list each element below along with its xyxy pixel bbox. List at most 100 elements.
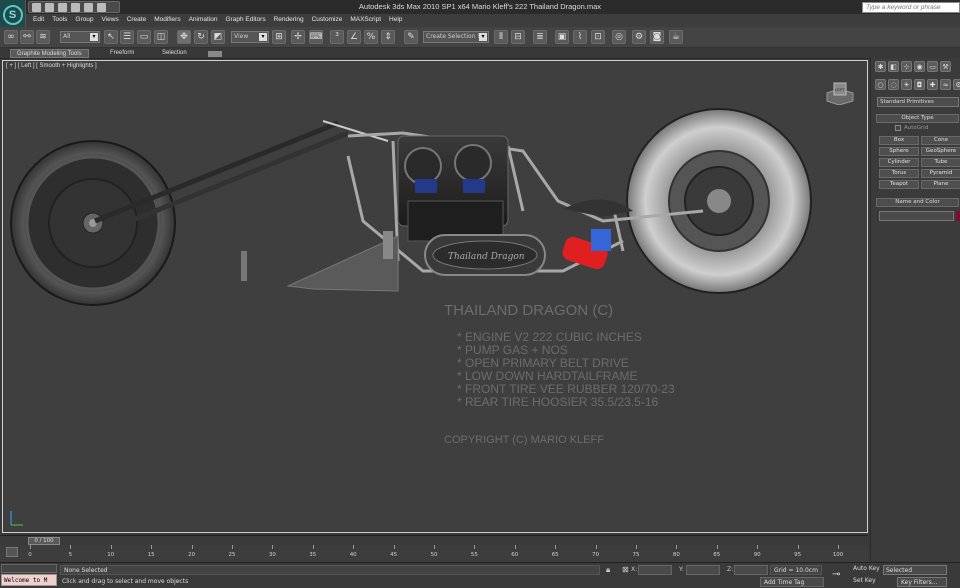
- menu-edit[interactable]: Edit: [29, 14, 48, 27]
- edit-named-selection-icon[interactable]: ✎: [404, 30, 418, 44]
- menu-animation[interactable]: Animation: [185, 14, 222, 27]
- keyboard-shortcut-override-icon[interactable]: ⌨: [309, 30, 323, 44]
- pivot-center-icon[interactable]: ⊞: [272, 30, 286, 44]
- undo-icon[interactable]: [71, 3, 80, 12]
- menu-rendering[interactable]: Rendering: [270, 14, 308, 27]
- motion-tab-icon[interactable]: ◉: [914, 61, 925, 72]
- window-crossing-icon[interactable]: ◫: [154, 30, 168, 44]
- maxscript-listener[interactable]: Welcome to M: [1, 574, 57, 586]
- new-file-icon[interactable]: [32, 3, 41, 12]
- create-tab-icon[interactable]: ✱: [875, 61, 886, 72]
- pyramid-button[interactable]: Pyramid: [921, 169, 960, 178]
- plane-button[interactable]: Plane: [921, 180, 960, 189]
- front-wheel[interactable]: [10, 140, 176, 306]
- open-file-icon[interactable]: [45, 3, 54, 12]
- menu-create[interactable]: Create: [123, 14, 151, 27]
- mirror-icon[interactable]: ⫴: [494, 30, 508, 44]
- geometry-icon[interactable]: ○: [875, 79, 886, 90]
- viewport-left[interactable]: [ + ] [ Left ] [ Smooth + Highlights ] T…: [2, 60, 868, 533]
- lights-icon[interactable]: ☀: [901, 79, 912, 90]
- shapes-icon[interactable]: ◌: [888, 79, 899, 90]
- systems-icon[interactable]: ⚙: [953, 79, 960, 90]
- curve-editor-icon[interactable]: ⌇: [573, 30, 587, 44]
- object-name-input[interactable]: [879, 211, 954, 221]
- y-coordinate-field[interactable]: [686, 565, 720, 575]
- graphite-toggle-icon[interactable]: ▣: [555, 30, 569, 44]
- track-bar[interactable]: 0 5 10 15 20 25 30 35 40 45 50 55 60 65 70 75 80 85 90 95 10…: [0, 545, 868, 562]
- add-time-tag-button[interactable]: Add Time Tag: [760, 577, 824, 587]
- maxscript-listener-top[interactable]: [1, 564, 57, 573]
- rear-wheel[interactable]: [626, 108, 812, 294]
- menu-maxscript[interactable]: MAXScript: [346, 14, 385, 27]
- box-button[interactable]: Box: [879, 136, 919, 145]
- snaps-toggle-icon[interactable]: ³: [330, 30, 344, 44]
- time-slider-thumb[interactable]: 0 / 100: [28, 537, 60, 545]
- motorcycle-model[interactable]: Thailand Dragon: [3, 61, 868, 533]
- application-button[interactable]: S: [0, 0, 26, 30]
- percent-snap-icon[interactable]: %: [364, 30, 378, 44]
- z-coordinate-field[interactable]: [734, 565, 768, 575]
- rendered-frame-window-icon[interactable]: ◙: [650, 30, 664, 44]
- selection-lock-icon[interactable]: 🔒︎: [606, 565, 610, 575]
- spinner-snap-icon[interactable]: ⇕: [381, 30, 395, 44]
- menu-graph-editors[interactable]: Graph Editors: [222, 14, 270, 27]
- project-folder-icon[interactable]: [97, 3, 106, 12]
- select-by-name-icon[interactable]: ☰: [120, 30, 134, 44]
- select-object-icon[interactable]: ↖: [104, 30, 118, 44]
- helpers-icon[interactable]: ✚: [927, 79, 938, 90]
- reference-coordinate-dropdown[interactable]: View ▾: [231, 31, 269, 43]
- viewcube[interactable]: LEFT: [821, 79, 857, 105]
- display-tab-icon[interactable]: ▭: [927, 61, 938, 72]
- layer-manager-icon[interactable]: ≣: [533, 30, 547, 44]
- name-and-color-rollout[interactable]: Name and Color: [876, 198, 959, 207]
- sphere-button[interactable]: Sphere: [879, 147, 919, 156]
- redo-icon[interactable]: [84, 3, 93, 12]
- search-input[interactable]: Type a keyword or phrase: [862, 2, 960, 13]
- ribbon-minimize-button[interactable]: [208, 51, 222, 57]
- unlink-icon[interactable]: ⚯: [20, 30, 34, 44]
- auto-key-button[interactable]: Auto Key: [853, 565, 880, 572]
- cone-button[interactable]: Cone: [921, 136, 960, 145]
- save-file-icon[interactable]: [58, 3, 67, 12]
- cameras-icon[interactable]: ◘: [914, 79, 925, 90]
- tab-selection[interactable]: Selection: [156, 49, 193, 58]
- bind-space-warp-icon[interactable]: ≋: [36, 30, 50, 44]
- x-coordinate-field[interactable]: [638, 565, 672, 575]
- angle-snap-icon[interactable]: ∠: [347, 30, 361, 44]
- quick-access-toolbar[interactable]: [28, 1, 120, 13]
- autogrid-checkbox[interactable]: AutoGrid: [895, 125, 928, 131]
- set-key-button[interactable]: Set Key: [853, 577, 876, 584]
- primitive-type-dropdown[interactable]: Standard Primitives: [877, 97, 959, 107]
- torus-button[interactable]: Torus: [879, 169, 919, 178]
- teapot-button[interactable]: Teapot: [879, 180, 919, 189]
- rectangular-selection-icon[interactable]: ▭: [137, 30, 151, 44]
- tab-graphite-modeling-tools[interactable]: Graphite Modeling Tools: [10, 49, 89, 58]
- material-editor-icon[interactable]: ◎: [612, 30, 626, 44]
- cylinder-button[interactable]: Cylinder: [879, 158, 919, 167]
- absolute-mode-icon[interactable]: ⊠: [622, 565, 629, 574]
- select-manipulate-icon[interactable]: ✢: [291, 30, 305, 44]
- tab-freeform[interactable]: Freeform: [104, 49, 140, 58]
- menu-customize[interactable]: Customize: [308, 14, 347, 27]
- object-color-swatch[interactable]: [956, 211, 960, 221]
- space-warps-icon[interactable]: ≈: [940, 79, 951, 90]
- render-production-icon[interactable]: ☕: [669, 30, 683, 44]
- align-icon[interactable]: ⊟: [511, 30, 525, 44]
- render-setup-icon[interactable]: ⚙: [632, 30, 646, 44]
- time-slider[interactable]: 0 / 100: [0, 535, 868, 545]
- tube-button[interactable]: Tube: [921, 158, 960, 167]
- key-filters-button[interactable]: Key Filters...: [897, 577, 947, 587]
- modify-tab-icon[interactable]: ◧: [888, 61, 899, 72]
- menu-modifiers[interactable]: Modifiers: [150, 14, 184, 27]
- nos-bottle[interactable]: [560, 229, 611, 271]
- menu-group[interactable]: Group: [71, 14, 97, 27]
- schematic-view-icon[interactable]: ⊡: [591, 30, 605, 44]
- select-and-move-icon[interactable]: ✥: [177, 30, 191, 44]
- menu-help[interactable]: Help: [385, 14, 406, 27]
- geosphere-button[interactable]: GeoSphere: [921, 147, 960, 156]
- named-selection-dropdown[interactable]: Create Selection Se ▾: [423, 31, 489, 43]
- select-and-scale-icon[interactable]: ◩: [211, 30, 225, 44]
- set-key-icon[interactable]: ⊸: [832, 569, 840, 580]
- hierarchy-tab-icon[interactable]: ⊹: [901, 61, 912, 72]
- menu-views[interactable]: Views: [97, 14, 122, 27]
